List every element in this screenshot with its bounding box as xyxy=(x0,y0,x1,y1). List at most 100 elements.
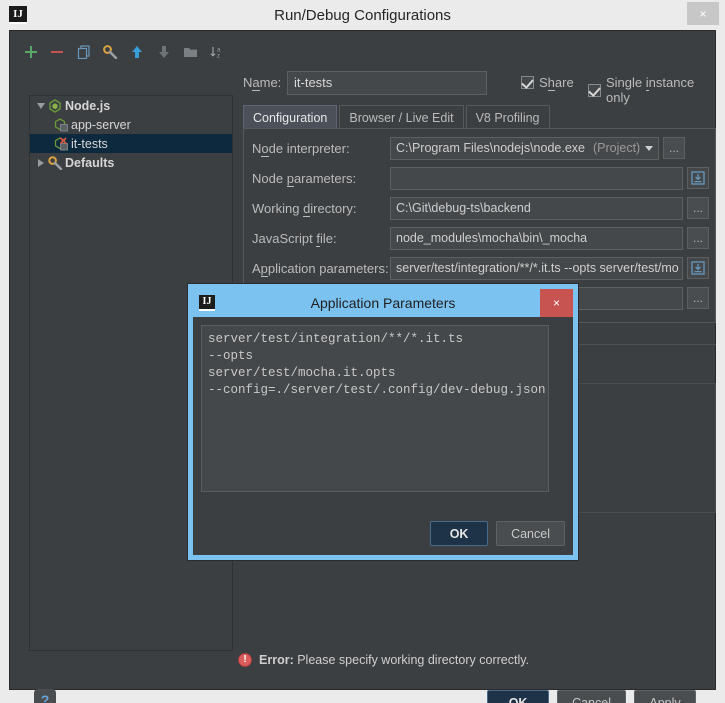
share-label-pre: S xyxy=(539,75,548,90)
node-interpreter-label-mnemonic: o xyxy=(261,140,269,157)
name-input[interactable]: it-tests xyxy=(287,71,487,95)
node-interpreter-label-pre: N xyxy=(252,140,262,156)
window-title: Run/Debug Configurations xyxy=(274,6,451,24)
single-instance-checkbox-label: Single instance only xyxy=(606,75,715,105)
edit-templates-button[interactable] xyxy=(99,40,123,64)
field-javascript-file: JavaScript file: node_modules\mocha\bin\… xyxy=(244,223,717,253)
working-directory-label-post: irectory: xyxy=(310,200,357,216)
application-parameters-label: Application parameters: xyxy=(244,260,390,277)
node-interpreter-label: Node interpreter: xyxy=(244,140,390,157)
move-up-button[interactable] xyxy=(126,40,150,64)
application-parameters-modal: IJ Application Parameters × server/test/… xyxy=(188,284,578,560)
tree-item-nodejs[interactable]: Node.js xyxy=(30,96,232,115)
window-titlebar: IJ Run/Debug Configurations × xyxy=(0,0,725,30)
modal-body: server/test/integration/**/*.it.ts --opt… xyxy=(193,317,573,555)
javascript-file-label-pre: JavaScript xyxy=(252,230,317,246)
ok-button[interactable]: OK xyxy=(487,690,550,703)
cancel-button[interactable]: Cancel xyxy=(557,690,626,703)
add-configuration-button[interactable] xyxy=(19,40,43,64)
modal-action-buttons: OK Cancel xyxy=(430,521,565,546)
working-directory-input[interactable]: C:\Git\debug-ts\backend xyxy=(390,196,683,220)
field-node-parameters: Node parameters: xyxy=(244,163,717,193)
application-parameters-label-pre: A xyxy=(252,260,261,276)
tree-item-defaults-label: Defaults xyxy=(65,155,115,170)
tab-configuration[interactable]: Configuration xyxy=(243,105,338,129)
modal-titlebar: IJ Application Parameters × xyxy=(193,289,573,317)
tree-item-defaults[interactable]: Defaults xyxy=(30,153,232,172)
single-instance-checkbox[interactable]: Single instance only xyxy=(588,75,715,105)
node-parameters-label-mnemonic: p xyxy=(286,170,294,187)
node-parameters-label-post: arameters: xyxy=(293,170,357,186)
application-parameters-textarea[interactable]: server/test/integration/**/*.it.ts --opt… xyxy=(201,325,549,492)
application-parameters-input[interactable]: server/test/integration/**/*.it.ts --opt… xyxy=(390,256,683,280)
expand-caret-right-icon[interactable] xyxy=(34,158,48,167)
javascript-file-label-post: ile: xyxy=(319,230,337,246)
error-message-row: ! Error: Please specify working director… xyxy=(238,653,529,667)
application-parameters-label-mnemonic: p xyxy=(260,260,268,277)
modal-close-button[interactable]: × xyxy=(540,289,573,317)
application-parameters-label-post: plication parameters: xyxy=(267,260,389,276)
javascript-file-input[interactable]: node_modules\mocha\bin\_mocha xyxy=(390,226,683,250)
environment-variables-browse-button[interactable]: ... xyxy=(687,287,709,309)
expand-caret-down-icon[interactable] xyxy=(34,102,48,109)
share-label-post: are xyxy=(554,75,574,90)
apply-button[interactable]: Apply xyxy=(634,690,696,703)
modal-title: Application Parameters xyxy=(310,295,456,311)
share-checkbox-label: Share xyxy=(539,75,574,91)
error-label: Error: xyxy=(259,653,294,667)
folder-button[interactable] xyxy=(179,40,203,64)
share-checkbox-box[interactable] xyxy=(521,76,534,89)
tab-v8-profiling[interactable]: V8 Profiling xyxy=(465,105,550,129)
field-node-interpreter: Node interpreter: C:\Program Files\nodej… xyxy=(244,133,717,163)
name-label-pre: N xyxy=(243,75,253,90)
move-down-button[interactable] xyxy=(152,40,176,64)
tree-item-app-server[interactable]: app-server xyxy=(30,115,232,134)
nodejs-config-icon xyxy=(54,117,71,132)
svg-text:z: z xyxy=(217,54,220,59)
node-interpreter-label-post: de interpreter: xyxy=(268,140,350,156)
node-interpreter-browse-button[interactable]: ... xyxy=(663,137,685,159)
node-interpreter-input[interactable]: C:\Program Files\nodejs\node.exe (Projec… xyxy=(390,136,640,160)
application-parameters-expand-button[interactable] xyxy=(687,257,709,279)
working-directory-label: Working directory: xyxy=(244,200,390,217)
dialog-action-buttons: OK Cancel Apply xyxy=(487,690,696,703)
error-text: Error: Please specify working directory … xyxy=(259,653,529,667)
tree-item-it-tests[interactable]: it-tests xyxy=(30,134,232,153)
node-interpreter-value: C:\Program Files\nodejs\node.exe xyxy=(396,141,585,155)
name-label-mnemonic: a xyxy=(252,75,260,91)
name-label: Name: xyxy=(243,75,282,91)
field-application-parameters: Application parameters: server/test/inte… xyxy=(244,253,717,283)
help-button[interactable]: ? xyxy=(34,689,56,703)
single-instance-label-pre: Single xyxy=(606,75,646,90)
tab-browser-live-edit[interactable]: Browser / Live Edit xyxy=(339,105,464,129)
name-label-post: me: xyxy=(259,75,282,90)
modal-cancel-button[interactable]: Cancel xyxy=(496,521,565,546)
working-directory-label-pre: Working xyxy=(252,200,304,216)
sort-alphabetically-button[interactable]: a z xyxy=(205,40,229,64)
tree-item-nodejs-label: Node.js xyxy=(65,98,111,113)
node-parameters-label-pre: Node xyxy=(252,170,287,186)
share-checkbox[interactable]: Share xyxy=(521,75,574,91)
node-parameters-expand-button[interactable] xyxy=(687,167,709,189)
node-parameters-label: Node parameters: xyxy=(244,170,390,187)
node-interpreter-dropdown-chevron-down-icon[interactable] xyxy=(640,136,659,160)
node-parameters-input[interactable] xyxy=(390,166,683,190)
copy-configuration-button[interactable] xyxy=(72,40,96,64)
remove-configuration-button[interactable] xyxy=(46,40,70,64)
working-directory-browse-button[interactable]: ... xyxy=(687,197,709,219)
modal-ok-button[interactable]: OK xyxy=(430,521,489,546)
field-working-directory: Working directory: C:\Git\debug-ts\backe… xyxy=(244,193,717,223)
window-close-button[interactable]: × xyxy=(687,2,719,25)
config-tabs: Configuration Browser / Live Edit V8 Pro… xyxy=(243,105,550,129)
error-icon: ! xyxy=(238,653,252,667)
tree-item-it-tests-label: it-tests xyxy=(71,136,108,151)
tree-item-app-server-label: app-server xyxy=(71,117,131,132)
javascript-file-label: JavaScript file: xyxy=(244,230,390,247)
single-instance-checkbox-box[interactable] xyxy=(588,83,601,97)
defaults-wrench-icon xyxy=(48,155,65,170)
error-detail: Please specify working directory correct… xyxy=(297,653,530,667)
configurations-toolbar: a z xyxy=(19,39,229,65)
javascript-file-browse-button[interactable]: ... xyxy=(687,227,709,249)
nodejs-config-error-icon xyxy=(54,136,71,151)
share-label-mnemonic: h xyxy=(547,75,555,91)
